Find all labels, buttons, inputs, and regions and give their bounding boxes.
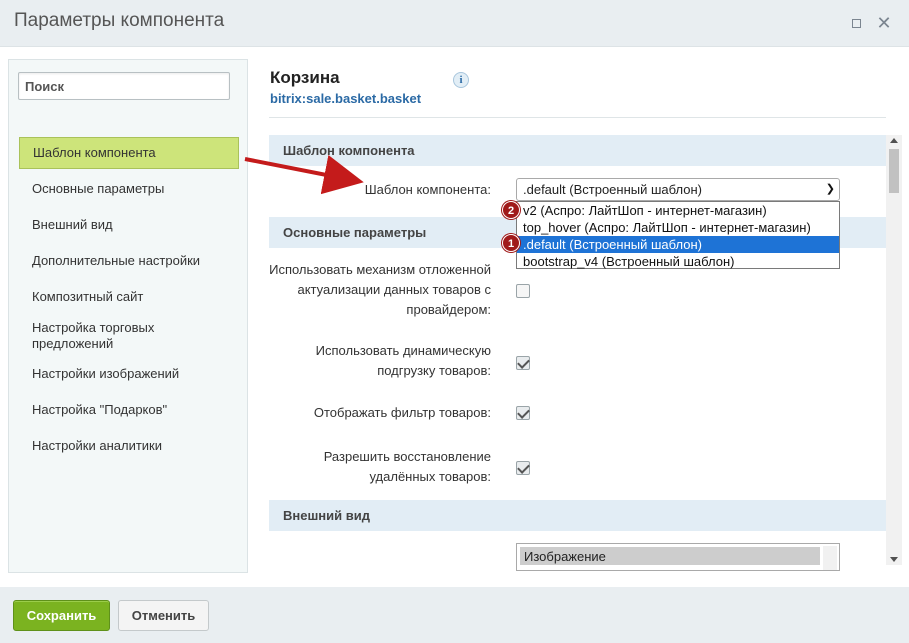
window-title: Параметры компонента xyxy=(14,10,225,31)
save-button[interactable]: Сохранить xyxy=(13,600,110,631)
maximize-icon[interactable] xyxy=(847,14,865,32)
annotation-arrow-icon xyxy=(244,154,364,195)
dialog-body: Шаблон компонента Основные параметры Вне… xyxy=(0,47,909,587)
title-bar: Параметры компонента ✕ xyxy=(0,0,909,47)
close-icon[interactable]: ✕ xyxy=(875,14,893,32)
footer: Сохранить Отменить xyxy=(0,587,909,643)
cancel-button[interactable]: Отменить xyxy=(118,600,209,631)
